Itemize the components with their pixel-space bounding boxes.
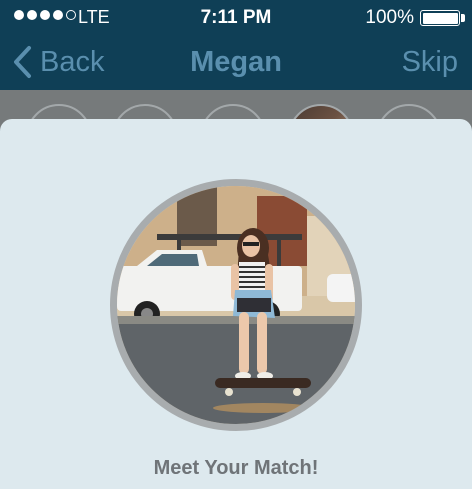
meet-your-match-heading: Meet Your Match! <box>153 457 319 479</box>
skateboarder-photo <box>117 186 355 424</box>
skip-button[interactable]: Skip <box>402 46 458 79</box>
match-card: Meet Your Match! <box>0 119 472 489</box>
status-bar: LTE 7:11 PM 100% <box>0 0 472 36</box>
match-photo[interactable] <box>110 179 362 431</box>
battery-percent: 100% <box>365 7 414 28</box>
battery-icon <box>420 10 460 26</box>
navigation-bar: Back Megan Skip <box>0 36 472 90</box>
battery-tip <box>461 14 465 22</box>
